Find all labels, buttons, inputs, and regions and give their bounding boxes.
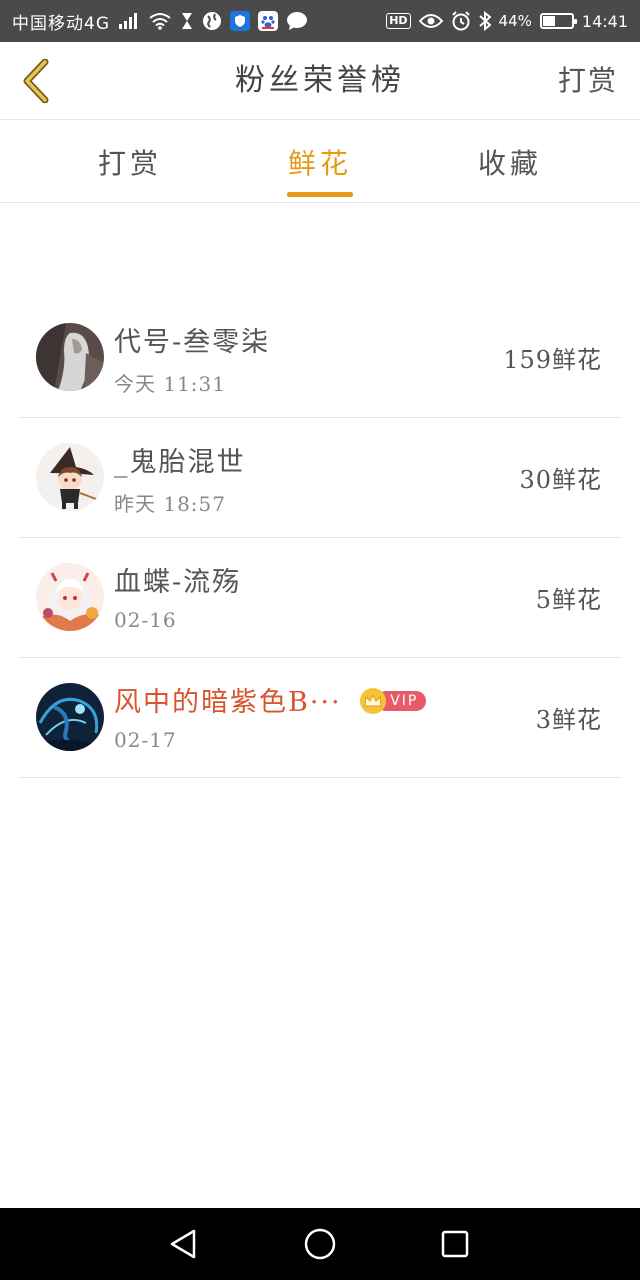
fan-name: _鬼胎混世 <box>114 447 246 478</box>
tab-bar: 打赏 鲜花 收藏 <box>0 121 640 203</box>
fan-name: 代号-叁零柒 <box>114 327 271 358</box>
wifi-icon <box>148 10 172 32</box>
avatar <box>36 683 104 751</box>
fan-name-text: 风中的暗紫色B··· <box>114 687 342 718</box>
triangle-back-icon <box>170 1229 196 1259</box>
status-bar-left: 中国移动4G <box>12 9 308 34</box>
nav-home-button[interactable] <box>300 1226 340 1262</box>
square-recents-icon <box>441 1230 469 1258</box>
alarm-icon <box>451 10 471 32</box>
crown-icon <box>360 687 387 714</box>
fan-ranking-list: 代号-叁零柒 今天 11:31 159鲜花 _鬼胎混世 昨天 18:57 30鲜… <box>18 298 622 778</box>
tab-flowers[interactable]: 鲜花 <box>250 121 390 203</box>
page-title: 粉丝荣誉榜 <box>235 63 405 98</box>
fan-name: 血蝶-流殇 <box>114 567 242 598</box>
flower-count: 5鲜花 <box>535 586 602 614</box>
clock: 14:41 <box>581 11 628 31</box>
fan-time: 02-17 <box>114 728 177 752</box>
active-tab-indicator <box>287 192 353 197</box>
chat-bubble-icon <box>286 10 308 32</box>
fan-time: 昨天 18:57 <box>114 492 226 516</box>
status-bar: 中国移动4G HD 44% 14:41 <box>0 0 640 42</box>
eye-icon <box>418 10 443 32</box>
baidu-app-icon <box>258 11 278 31</box>
fan-time: 今天 11:31 <box>114 372 226 396</box>
system-nav-bar <box>0 1208 640 1280</box>
tab-favorites[interactable]: 收藏 <box>440 121 580 203</box>
list-item[interactable]: 代号-叁零柒 今天 11:31 159鲜花 <box>18 298 622 418</box>
app-header: 粉丝荣誉榜 打赏 <box>0 42 640 120</box>
avatar <box>36 563 104 631</box>
list-item[interactable]: _鬼胎混世 昨天 18:57 30鲜花 <box>18 418 622 538</box>
carrier-label: 中国移动4G <box>12 13 110 34</box>
tab-tips[interactable]: 打赏 <box>60 121 200 203</box>
flower-count: 30鲜花 <box>519 466 602 494</box>
tip-button[interactable]: 打赏 <box>558 42 618 120</box>
avatar <box>36 323 104 391</box>
list-item[interactable]: 风中的暗紫色B··· VIP 02-17 3鲜花 <box>18 658 622 778</box>
hd-icon: HD <box>386 13 411 29</box>
avatar <box>36 443 104 511</box>
bluetooth-icon <box>478 10 491 32</box>
flower-count: 159鲜花 <box>503 346 602 374</box>
list-item[interactable]: 血蝶-流殇 02-16 5鲜花 <box>18 538 622 658</box>
fan-time: 02-16 <box>114 608 177 632</box>
battery-icon <box>539 13 577 29</box>
fan-name: 风中的暗紫色B··· VIP <box>114 680 427 719</box>
battery-fill <box>542 16 556 26</box>
vip-badge: VIP <box>360 687 427 714</box>
battery-percent: 44% <box>498 12 532 30</box>
flower-count: 3鲜花 <box>535 706 602 734</box>
shield-icon <box>230 11 250 31</box>
signal-icon <box>118 10 140 32</box>
status-bar-right: HD 44% 14:41 <box>386 10 628 32</box>
nav-recents-button[interactable] <box>435 1226 475 1262</box>
circle-home-icon <box>304 1228 336 1260</box>
hourglass-icon <box>180 10 194 32</box>
nav-back-button[interactable] <box>163 1226 203 1262</box>
globe-icon <box>202 10 222 32</box>
